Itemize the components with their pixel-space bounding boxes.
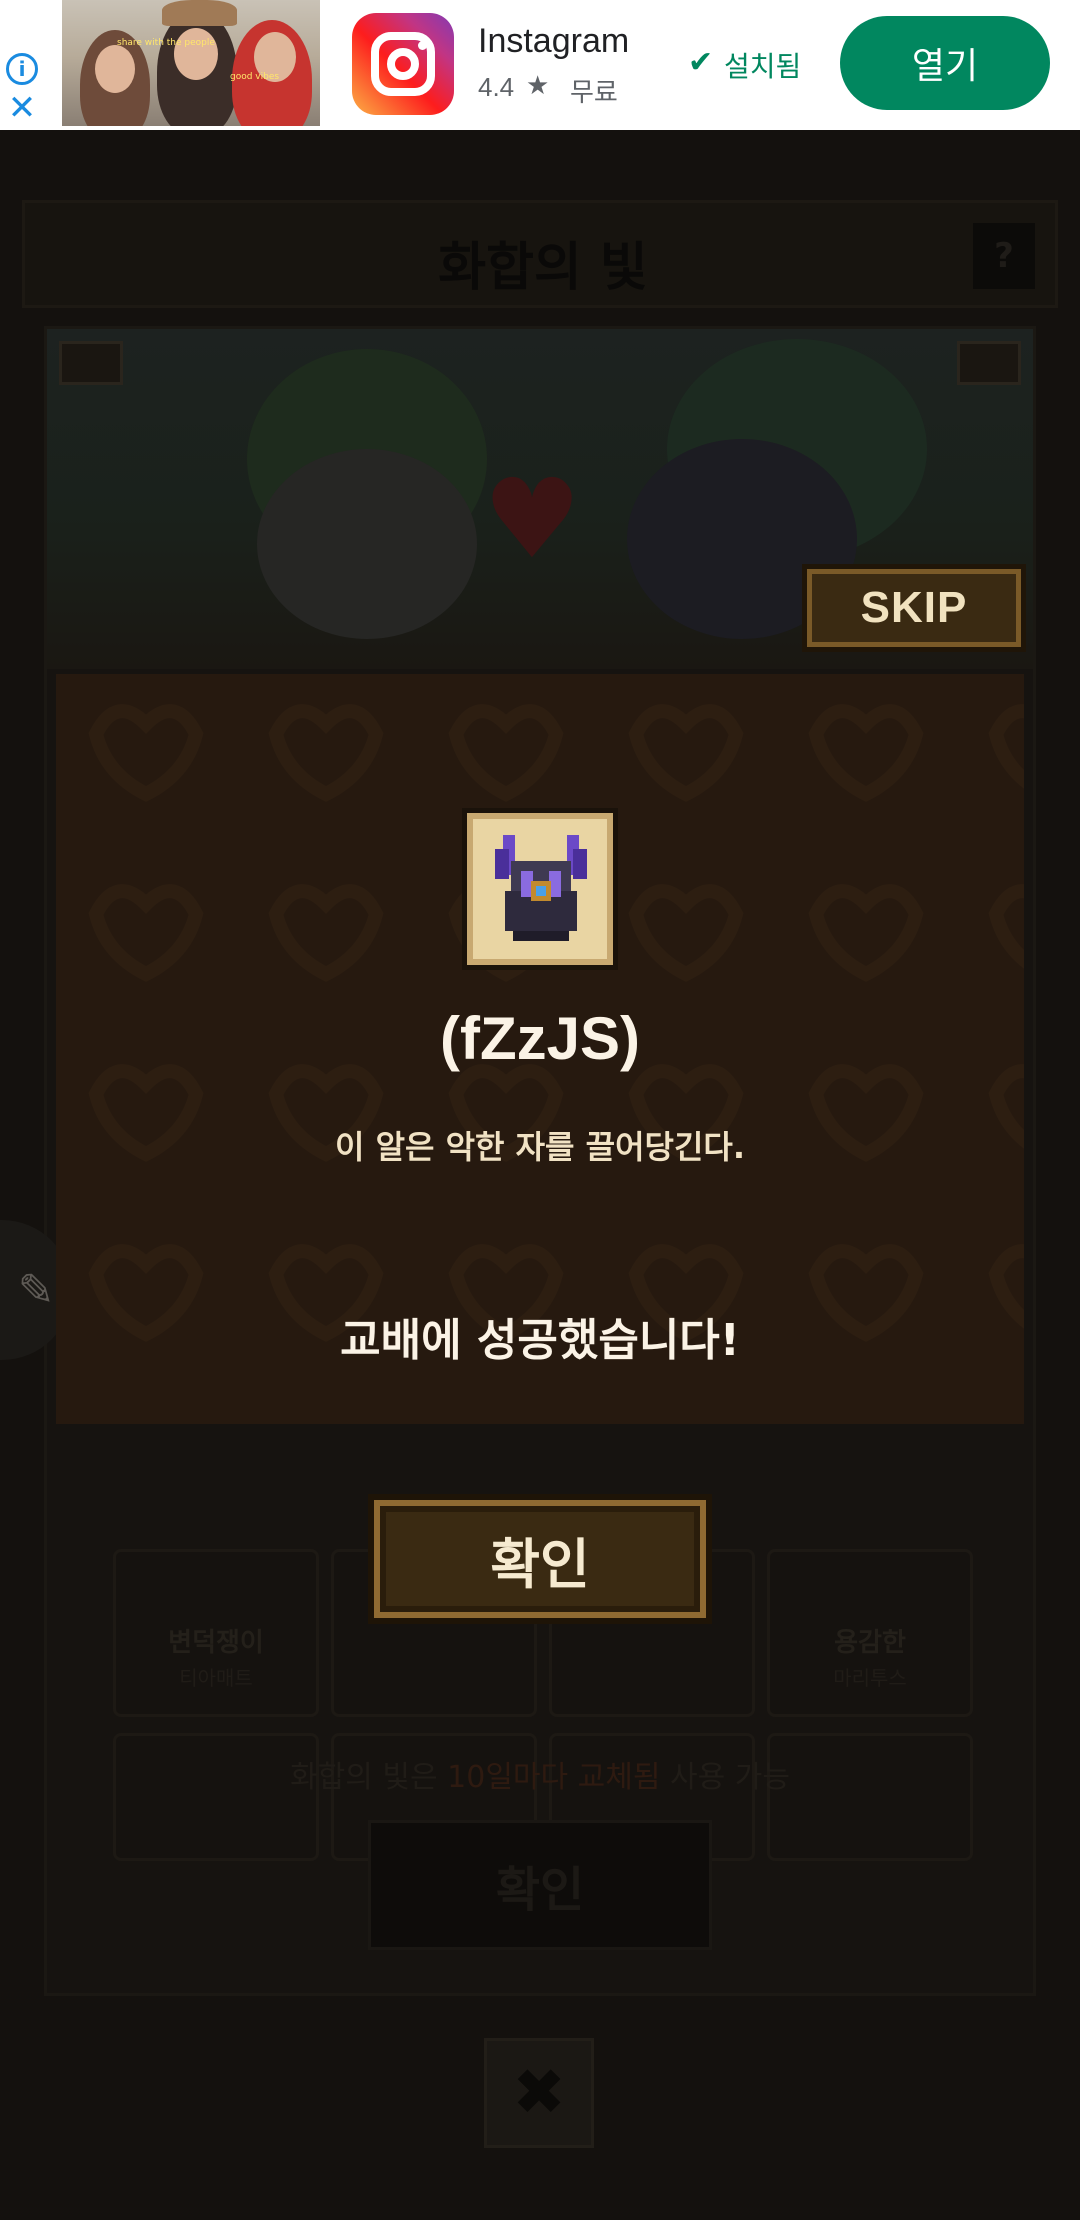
breeding-result-dialog: (fZzJS) 이 알은 악한 자를 끌어당긴다. 교배에 성공했습니다!: [56, 674, 1024, 1424]
instagram-logo-icon[interactable]: [352, 13, 454, 115]
background-confirm-button[interactable]: 확인: [368, 1820, 712, 1950]
help-button[interactable]: ?: [973, 223, 1035, 289]
star-icon: ★: [526, 71, 550, 101]
dragon-card-subtitle: 티아매트: [179, 1666, 253, 1690]
confirm-button[interactable]: 확인: [368, 1494, 712, 1624]
ad-app-rating: 4.4: [478, 72, 515, 102]
page-title: 화합의 빛: [438, 238, 648, 298]
dragon-card-name: 변덕쟁이: [168, 1628, 264, 1658]
parent-dragon-left: [257, 449, 477, 639]
heart-icon: ♥: [482, 455, 582, 583]
dragon-card[interactable]: 용감한 마리투스: [767, 1549, 973, 1717]
ad-photo[interactable]: share with the people good vibes: [62, 0, 320, 126]
skip-button[interactable]: SKIP: [802, 564, 1026, 652]
dragon-card-subtitle: 마리투스: [833, 1666, 907, 1690]
result-message: 교배에 성공했습니다!: [340, 1315, 740, 1366]
dragon-card-name: 용감한: [834, 1628, 906, 1658]
item-description: 이 알은 악한 자를 끌어당긴다.: [335, 1128, 745, 1166]
dragon-card[interactable]: 변덕쟁이 티아매트: [113, 1549, 319, 1717]
egg-item-frame: [462, 808, 618, 970]
ad-photo-tag: good vibes: [230, 72, 280, 82]
scene-corner-button-left[interactable]: [59, 341, 123, 385]
ad-banner[interactable]: i ✕ share with the people good vibes Ins…: [0, 0, 1080, 130]
dark-egg-icon: [495, 835, 587, 941]
ad-installed-label: 설치됨: [724, 50, 802, 83]
item-name: (fZzJS): [440, 1005, 640, 1072]
ad-photo-tag: share with the people: [117, 38, 215, 48]
game-header: 화합의 빛 ?: [22, 200, 1058, 308]
ad-close-icon[interactable]: ✕: [6, 91, 38, 125]
ad-open-button[interactable]: 열기: [840, 16, 1050, 110]
skip-label: SKIP: [860, 583, 968, 632]
confirm-label: 확인: [490, 1532, 590, 1596]
ad-info-icon[interactable]: i: [6, 53, 38, 85]
ad-app-price: 무료: [570, 78, 618, 108]
close-button[interactable]: ✖: [484, 2038, 594, 2148]
rotation-notice: 화합의 빛은 10일마다 교체됨 사용 가능: [290, 1760, 790, 1795]
ad-app-name[interactable]: Instagram: [478, 22, 629, 61]
scene-corner-button-right[interactable]: [957, 341, 1021, 385]
installed-check-icon: ✔: [688, 45, 714, 80]
